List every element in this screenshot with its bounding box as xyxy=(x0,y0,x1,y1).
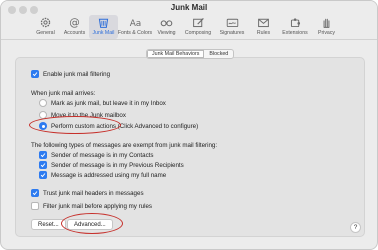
svg-text:@: @ xyxy=(69,17,80,29)
font-aa-icon: Aa xyxy=(129,15,142,29)
enable-filtering-label: Enable junk mail filtering xyxy=(43,70,111,78)
arrival-option-label: Perform custom actions (Click Advanced t… xyxy=(51,122,199,130)
radio-button-selected[interactable] xyxy=(39,122,47,130)
exempt-full-name-checkbox[interactable] xyxy=(39,171,47,179)
trust-headers-label: Trust junk mail headers in messages xyxy=(43,189,144,197)
exempt-full-name-row[interactable]: Message is addressed using my full name xyxy=(39,171,166,179)
help-button[interactable]: ? xyxy=(350,222,361,233)
signature-icon xyxy=(226,15,239,29)
hand-privacy-icon xyxy=(320,15,333,29)
svg-text:Aa: Aa xyxy=(129,19,141,29)
filter-before-rules-row[interactable]: Filter junk mail before applying my rule… xyxy=(31,202,152,210)
when-arrives-heading: When junk mail arrives: xyxy=(31,90,96,97)
reset-button[interactable]: Reset... xyxy=(31,219,66,230)
exempt-option-label: Sender of message is in my Previous Reci… xyxy=(51,161,184,169)
arrival-option-label: Move it to the Junk mailbox xyxy=(51,111,126,119)
segmented-tabs: Junk Mail Behaviors Blocked xyxy=(146,49,235,59)
toolbar-label: Privacy xyxy=(317,30,335,36)
toolbar-divider xyxy=(1,39,377,40)
toolbar-extensions[interactable]: Extensions xyxy=(278,15,312,39)
trust-headers-checkbox[interactable] xyxy=(31,189,39,197)
toolbar-composing[interactable]: Composing xyxy=(181,15,215,39)
glasses-icon xyxy=(160,15,173,29)
enable-filtering-checkbox-row[interactable]: Enable junk mail filtering xyxy=(31,70,110,78)
checkmark-icon xyxy=(32,72,38,77)
exempt-previous-recipients-checkbox[interactable] xyxy=(39,161,47,169)
at-sign-icon: @ xyxy=(68,15,81,29)
advanced-button[interactable]: Advanced... xyxy=(67,219,113,230)
exempt-option-label: Sender of message is in my Contacts xyxy=(51,151,154,159)
checkmark-icon xyxy=(40,153,46,158)
toolbar-label: Viewing xyxy=(157,30,176,36)
checkmark-icon xyxy=(32,191,38,196)
toolbar-label: Extensions xyxy=(282,30,308,36)
preferences-window: Junk Mail General @ Accounts Junk Mail A… xyxy=(0,0,378,250)
exempt-previous-recipients-row[interactable]: Sender of message is in my Previous Reci… xyxy=(39,161,184,169)
toolbar-label: Fonts & Colors xyxy=(117,30,153,36)
checkmark-icon xyxy=(40,163,46,168)
toolbar-privacy[interactable]: Privacy xyxy=(312,15,341,39)
radio-button[interactable] xyxy=(39,99,47,107)
toolbar-signatures[interactable]: Signatures xyxy=(215,15,249,39)
arrival-option-move-junk[interactable]: Move it to the Junk mailbox xyxy=(39,111,126,119)
window-title: Junk Mail xyxy=(170,3,208,12)
toolbar-label: Signatures xyxy=(219,30,245,36)
toolbar-viewing[interactable]: Viewing xyxy=(152,15,181,39)
tab-blocked[interactable]: Blocked xyxy=(204,50,233,58)
toolbar-junk-mail[interactable]: Junk Mail xyxy=(89,15,118,39)
compose-icon xyxy=(192,15,205,29)
gear-icon xyxy=(39,15,52,29)
toolbar-label: Composing xyxy=(184,30,212,36)
toolbar-label: Accounts xyxy=(63,30,86,36)
arrival-option-custom-actions[interactable]: Perform custom actions (Click Advanced t… xyxy=(39,122,198,130)
toolbar-label: General xyxy=(36,30,55,36)
arrival-option-mark-junk[interactable]: Mark as junk mail, but leave it in my In… xyxy=(39,99,166,107)
tab-junk-mail-behaviors[interactable]: Junk Mail Behaviors xyxy=(147,50,205,58)
exempt-heading: The following types of messages are exem… xyxy=(31,142,218,149)
toolbar-label: Junk Mail xyxy=(92,30,115,36)
exempt-option-label: Message is addressed using my full name xyxy=(51,171,167,179)
preferences-toolbar: General @ Accounts Junk Mail Aa Fonts & … xyxy=(31,15,341,39)
toolbar-accounts[interactable]: @ Accounts xyxy=(60,15,89,39)
toolbar-rules[interactable]: Rules xyxy=(249,15,278,39)
trust-headers-row[interactable]: Trust junk mail headers in messages xyxy=(31,189,144,197)
toolbar-fonts-colors[interactable]: Aa Fonts & Colors xyxy=(118,15,152,39)
exempt-contacts-row[interactable]: Sender of message is in my Contacts xyxy=(39,151,153,159)
toolbar-label: Rules xyxy=(256,30,271,36)
toolbar-general[interactable]: General xyxy=(31,15,60,39)
filter-before-rules-checkbox[interactable] xyxy=(31,202,39,210)
filter-before-rules-label: Filter junk mail before applying my rule… xyxy=(43,202,153,210)
enable-filtering-checkbox[interactable] xyxy=(31,70,39,78)
extensions-icon xyxy=(289,15,302,29)
arrival-option-label: Mark as junk mail, but leave it in my In… xyxy=(51,99,166,107)
exempt-contacts-checkbox[interactable] xyxy=(39,151,47,159)
radio-button[interactable] xyxy=(39,111,47,119)
rules-envelope-icon xyxy=(257,15,270,29)
checkmark-icon xyxy=(40,173,46,178)
junk-bin-icon xyxy=(97,15,110,29)
